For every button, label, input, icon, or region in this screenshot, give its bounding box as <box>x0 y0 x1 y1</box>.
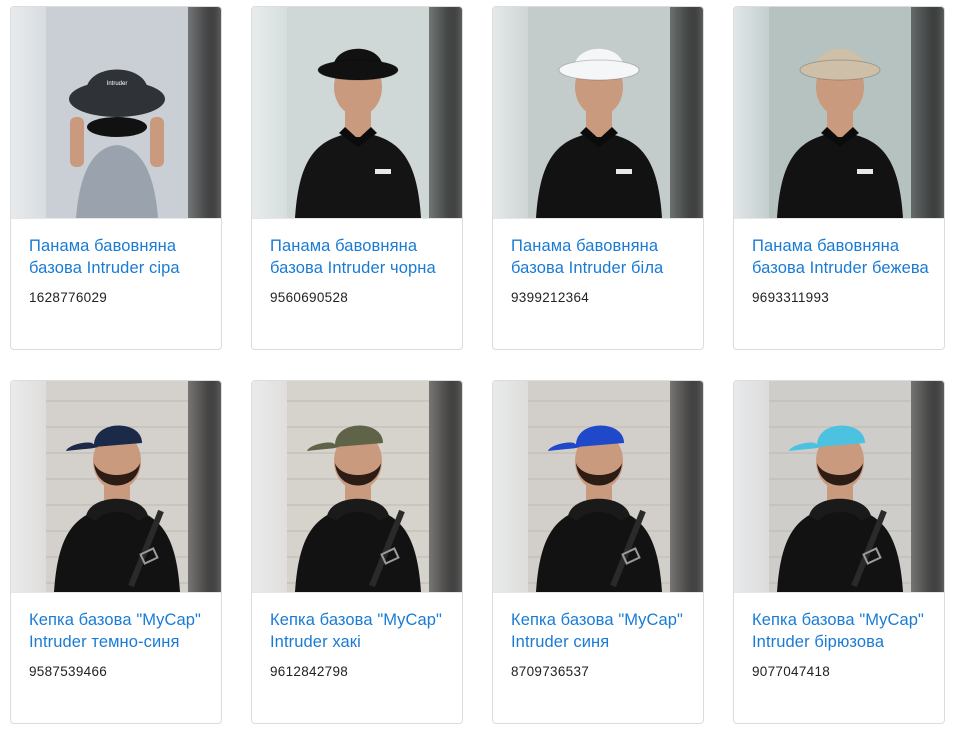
product-image[interactable] <box>734 381 944 593</box>
product-title-link[interactable]: Кепка базова "MyCap" Intruder синя <box>511 610 697 653</box>
product-image[interactable] <box>734 7 944 219</box>
product-title-link[interactable]: Панама бавовняна базова Intruder бежева <box>752 236 938 279</box>
product-photo: Intruder <box>46 7 188 218</box>
product-sku: 9612842798 <box>270 664 349 679</box>
product-image[interactable] <box>252 381 462 593</box>
product-card[interactable]: Intruder Панама бавовняна базова Intruder… <box>10 6 222 350</box>
product-photo-art <box>769 381 911 592</box>
product-title-link[interactable]: Кепка базова "MyCap" Intruder темно-синя <box>29 610 215 653</box>
product-image[interactable] <box>252 7 462 219</box>
product-photo-art <box>46 381 188 592</box>
product-photo <box>769 7 911 218</box>
product-sku: 8709736537 <box>511 664 590 679</box>
product-image[interactable] <box>493 381 703 593</box>
product-title-link[interactable]: Панама бавовняна базова Intruder сіра <box>29 236 215 279</box>
product-title-link[interactable]: Кепка базова "MyCap" Intruder бірюзова <box>752 610 938 653</box>
product-photo <box>287 7 429 218</box>
product-sku: 9399212364 <box>511 290 590 305</box>
product-title-link[interactable]: Кепка базова "MyCap" Intruder хакі <box>270 610 456 653</box>
product-card[interactable]: Кепка базова "MyCap" Intruder темно-синя… <box>10 380 222 724</box>
product-sku: 1628776029 <box>29 290 108 305</box>
product-card[interactable]: Кепка базова "MyCap" Intruder синя 870973… <box>492 380 704 724</box>
product-card[interactable]: Кепка базова "MyCap" Intruder хакі 961284… <box>251 380 463 724</box>
product-card[interactable]: Кепка базова "MyCap" Intruder бірюзова 90… <box>733 380 945 724</box>
product-image[interactable]: Intruder <box>11 7 221 219</box>
product-sku: 9693311993 <box>752 290 830 305</box>
product-grid: Intruder Панама бавовняна базова Intruder… <box>0 0 956 735</box>
product-photo <box>528 7 670 218</box>
product-card[interactable]: Панама бавовняна базова Intruder біла 939… <box>492 6 704 350</box>
product-card[interactable]: Панама бавовняна базова Intruder бежева 9… <box>733 6 945 350</box>
product-photo-art <box>528 7 670 218</box>
product-photo <box>528 381 670 592</box>
product-card[interactable]: Панама бавовняна базова Intruder чорна 95… <box>251 6 463 350</box>
product-sku: 9560690528 <box>270 290 349 305</box>
product-image[interactable] <box>493 7 703 219</box>
product-image[interactable] <box>11 381 221 593</box>
product-photo <box>287 381 429 592</box>
product-title-link[interactable]: Панама бавовняна базова Intruder біла <box>511 236 697 279</box>
product-photo <box>46 381 188 592</box>
product-sku: 9077047418 <box>752 664 831 679</box>
product-sku: 9587539466 <box>29 664 108 679</box>
product-title-link[interactable]: Панама бавовняна базова Intruder чорна <box>270 236 456 279</box>
product-photo-art: Intruder <box>46 7 188 218</box>
product-photo <box>769 381 911 592</box>
product-photo-art <box>287 381 429 592</box>
product-photo-art <box>528 381 670 592</box>
product-photo-art <box>769 7 911 218</box>
product-photo-art <box>287 7 429 218</box>
hat-logo-text: Intruder <box>107 81 128 87</box>
